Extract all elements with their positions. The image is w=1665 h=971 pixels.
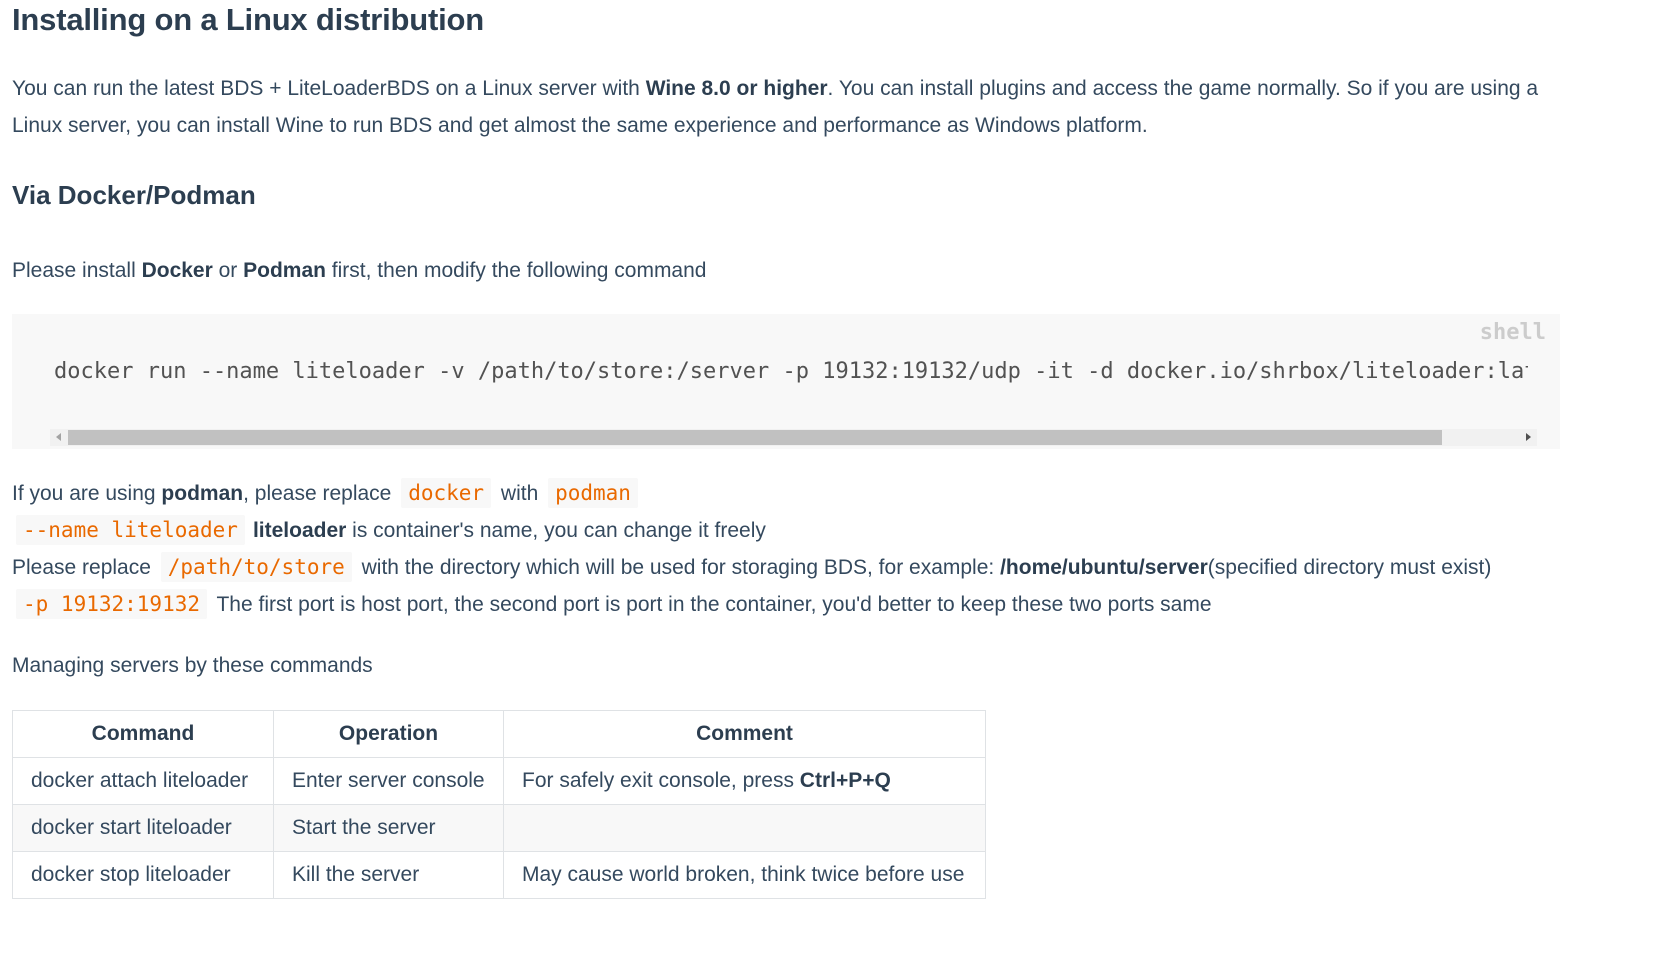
inline-code-docker: docker	[401, 478, 492, 508]
table-row: docker start liteloader Start the server	[12, 804, 986, 852]
intro-text-1: You can run the latest BDS + LiteLoaderB…	[12, 77, 646, 100]
note-line-port: -p 19132:19132 The first port is host po…	[12, 586, 1572, 623]
note4-text-1: The first port is host port, the second …	[211, 593, 1212, 616]
comment-bold-shortcut: Ctrl+P+Q	[799, 769, 891, 792]
commands-table: Command Operation Comment docker attach …	[12, 710, 986, 899]
table-header-operation: Operation	[273, 710, 504, 758]
table-cell-operation: Kill the server	[273, 851, 504, 899]
code-command[interactable]: docker run --name liteloader -v /path/to…	[54, 356, 1528, 388]
note1-text-1: If you are using	[12, 482, 162, 505]
page-title: Installing on a Linux distribution	[12, 2, 484, 37]
note3-bold-path: /home/ubuntu/server	[1000, 556, 1208, 579]
table-row: docker stop liteloader Kill the server M…	[12, 851, 986, 899]
note1-bold-podman: podman	[161, 482, 244, 505]
table-cell-comment: May cause world broken, think twice befo…	[503, 851, 986, 899]
inline-code-port: -p 19132:19132	[16, 589, 208, 619]
table-header-row: Command Operation Comment	[12, 710, 986, 758]
code-language-label: shell	[1479, 320, 1546, 345]
note1-text-2: , please replace	[243, 482, 398, 505]
note3-text-1: Please replace	[12, 556, 157, 579]
note-line-path: Please replace /path/to/store with the d…	[12, 549, 1572, 586]
scrollbar-thumb[interactable]	[68, 430, 1442, 445]
install-bold-docker: Docker	[141, 259, 213, 282]
scroll-left-arrow-icon[interactable]	[56, 433, 61, 441]
table-cell-comment	[503, 804, 986, 852]
note2-text-1: is container's name, you can change it f…	[346, 519, 766, 542]
table-row: docker attach liteloader Enter server co…	[12, 757, 986, 805]
table-header-comment: Comment	[503, 710, 986, 758]
table-cell-command: docker start liteloader	[12, 804, 274, 852]
note-line-name: --name liteloader liteloader is container…	[12, 512, 1572, 549]
intro-bold-wine: Wine 8.0 or higher	[645, 77, 828, 100]
scroll-right-arrow-icon[interactable]	[1526, 433, 1531, 441]
table-header-command: Command	[12, 710, 274, 758]
note2-bold-liteloader: liteloader	[252, 519, 347, 542]
intro-paragraph: You can run the latest BDS + LiteLoaderB…	[12, 70, 1560, 144]
managing-paragraph: Managing servers by these commands	[12, 654, 373, 677]
comment-text: For safely exit console, press	[522, 769, 800, 792]
note3-text-3: (specified directory must exist)	[1207, 556, 1492, 579]
horizontal-scrollbar[interactable]	[50, 429, 1537, 446]
install-text-1: Please install	[12, 259, 142, 282]
table-cell-operation: Start the server	[273, 804, 504, 852]
note1-text-3: with	[495, 482, 545, 505]
note3-text-2: with the directory which will be used fo…	[355, 556, 1001, 579]
table-cell-operation: Enter server console	[273, 757, 504, 805]
notes-paragraph: If you are using podman, please replace …	[12, 475, 1572, 623]
table-cell-command: docker stop liteloader	[12, 851, 274, 899]
code-block[interactable]: shell docker run --name liteloader -v /p…	[12, 314, 1560, 449]
inline-code-name-flag: --name liteloader	[16, 515, 245, 545]
note-line-podman: If you are using podman, please replace …	[12, 475, 1572, 512]
install-paragraph: Please install Docker or Podman first, t…	[12, 255, 706, 287]
comment-text: May cause world broken, think twice befo…	[522, 863, 965, 886]
inline-code-path: /path/to/store	[160, 552, 352, 582]
table-cell-command: docker attach liteloader	[12, 757, 274, 805]
section-heading-docker: Via Docker/Podman	[12, 180, 256, 210]
inline-code-podman: podman	[548, 478, 638, 508]
install-text-or: or	[212, 259, 244, 282]
install-bold-podman: Podman	[243, 259, 326, 282]
install-text-2: first, then modify the following command	[325, 259, 707, 282]
table-cell-comment: For safely exit console, press Ctrl+P+Q	[503, 757, 986, 805]
